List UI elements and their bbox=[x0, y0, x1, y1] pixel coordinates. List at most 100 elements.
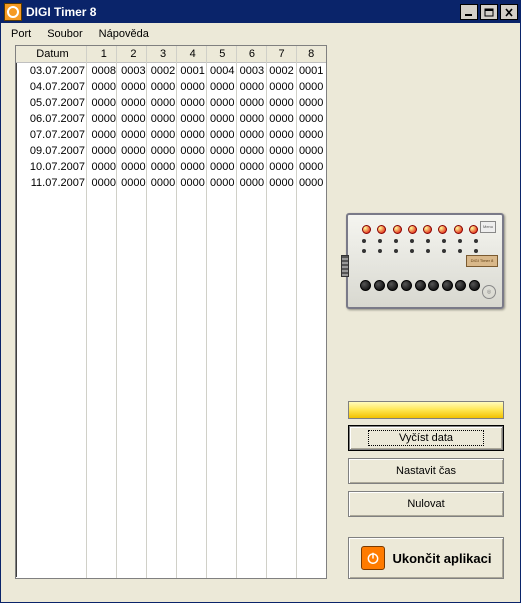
minimize-button[interactable] bbox=[460, 4, 478, 20]
cell-value: 0000 bbox=[207, 143, 237, 159]
cell-value: 0000 bbox=[207, 175, 237, 191]
cell-date: 11.07.2007 bbox=[16, 175, 89, 191]
cell-value: 0000 bbox=[178, 143, 208, 159]
col-header-date[interactable]: Datum bbox=[16, 46, 89, 62]
col-header-3[interactable]: 3 bbox=[148, 46, 178, 62]
col-header-8[interactable]: 8 bbox=[296, 46, 326, 62]
cell-value: 0000 bbox=[178, 175, 208, 191]
cell-value: 0003 bbox=[237, 63, 267, 79]
table-row[interactable]: 11.07.2007000000000000000000000000000000… bbox=[16, 175, 326, 191]
reset-label: Nulovat bbox=[407, 498, 444, 510]
cell-value: 0000 bbox=[119, 127, 149, 143]
cell-value: 0000 bbox=[296, 159, 326, 175]
quit-label: Ukončit aplikaci bbox=[393, 551, 492, 566]
col-header-4[interactable]: 4 bbox=[178, 46, 208, 62]
cell-value: 0000 bbox=[89, 95, 119, 111]
cell-value: 0000 bbox=[237, 111, 267, 127]
quit-button[interactable]: Ukončit aplikaci bbox=[348, 537, 504, 579]
cell-value: 0000 bbox=[267, 127, 297, 143]
cell-value: 0000 bbox=[237, 175, 267, 191]
cell-value: 0000 bbox=[119, 95, 149, 111]
cell-value: 0000 bbox=[207, 127, 237, 143]
titlebar[interactable]: DIGI Timer 8 bbox=[1, 1, 520, 23]
menubar: Port Soubor Nápověda bbox=[1, 23, 520, 45]
menu-port[interactable]: Port bbox=[7, 27, 35, 41]
device-image: Menu DIGI Timer 8 ◎ bbox=[346, 213, 504, 309]
cell-value: 0000 bbox=[237, 127, 267, 143]
progress-bar bbox=[348, 401, 504, 419]
col-header-1[interactable]: 1 bbox=[89, 46, 119, 62]
cell-value: 0000 bbox=[89, 111, 119, 127]
window-title: DIGI Timer 8 bbox=[26, 5, 460, 19]
cell-value: 0000 bbox=[148, 127, 178, 143]
table-row[interactable]: 06.07.2007000000000000000000000000000000… bbox=[16, 111, 326, 127]
cell-date: 09.07.2007 bbox=[16, 143, 89, 159]
table-row[interactable]: 05.07.2007000000000000000000000000000000… bbox=[16, 95, 326, 111]
col-header-5[interactable]: 5 bbox=[207, 46, 237, 62]
cell-value: 0000 bbox=[207, 79, 237, 95]
menu-soubor[interactable]: Soubor bbox=[43, 27, 86, 41]
cell-value: 0000 bbox=[267, 159, 297, 175]
col-header-6[interactable]: 6 bbox=[237, 46, 267, 62]
table-row[interactable]: 10.07.2007000000000000000000000000000000… bbox=[16, 159, 326, 175]
set-time-button[interactable]: Nastavit čas bbox=[348, 458, 504, 484]
col-header-7[interactable]: 7 bbox=[267, 46, 297, 62]
close-button[interactable] bbox=[500, 4, 518, 20]
col-header-2[interactable]: 2 bbox=[119, 46, 149, 62]
cell-value: 0000 bbox=[89, 159, 119, 175]
cell-value: 0000 bbox=[89, 127, 119, 143]
cell-value: 0000 bbox=[119, 111, 149, 127]
table-row[interactable]: 09.07.2007000000000000000000000000000000… bbox=[16, 143, 326, 159]
cell-value: 0000 bbox=[237, 159, 267, 175]
cell-value: 0000 bbox=[119, 79, 149, 95]
cell-value: 0000 bbox=[296, 111, 326, 127]
menu-napoveda[interactable]: Nápověda bbox=[95, 27, 153, 41]
read-data-label: Vyčíst data bbox=[368, 430, 484, 446]
cell-date: 10.07.2007 bbox=[16, 159, 89, 175]
cell-value: 0000 bbox=[207, 95, 237, 111]
cell-value: 0000 bbox=[296, 79, 326, 95]
cell-value: 0000 bbox=[237, 95, 267, 111]
cell-value: 0000 bbox=[237, 79, 267, 95]
cell-date: 06.07.2007 bbox=[16, 111, 89, 127]
cell-value: 0002 bbox=[267, 63, 297, 79]
cell-value: 0000 bbox=[89, 143, 119, 159]
cell-value: 0000 bbox=[267, 143, 297, 159]
power-icon bbox=[361, 546, 385, 570]
data-table[interactable]: Datum1234567803.07.200700080003000200010… bbox=[15, 45, 327, 579]
cell-value: 0000 bbox=[148, 79, 178, 95]
cell-value: 0000 bbox=[267, 95, 297, 111]
table-row[interactable]: 07.07.2007000000000000000000000000000000… bbox=[16, 127, 326, 143]
device-menu-label: Menu bbox=[480, 221, 496, 233]
cell-value: 0000 bbox=[296, 175, 326, 191]
cell-value: 0000 bbox=[296, 143, 326, 159]
cell-date: 04.07.2007 bbox=[16, 79, 89, 95]
cell-value: 0002 bbox=[148, 63, 178, 79]
cell-value: 0008 bbox=[89, 63, 119, 79]
cell-value: 0000 bbox=[207, 111, 237, 127]
device-model-label: DIGI Timer 8 bbox=[466, 255, 498, 267]
app-icon bbox=[4, 3, 22, 21]
cell-value: 0000 bbox=[178, 127, 208, 143]
cell-date: 05.07.2007 bbox=[16, 95, 89, 111]
reset-button[interactable]: Nulovat bbox=[348, 491, 504, 517]
cell-date: 03.07.2007 bbox=[16, 63, 89, 79]
cell-value: 0004 bbox=[207, 63, 237, 79]
device-logo-icon: ◎ bbox=[482, 285, 496, 299]
cell-value: 0000 bbox=[148, 175, 178, 191]
cell-value: 0001 bbox=[178, 63, 208, 79]
table-row[interactable]: 03.07.2007000800030002000100040003000200… bbox=[16, 63, 326, 79]
cell-value: 0000 bbox=[178, 159, 208, 175]
cell-value: 0000 bbox=[148, 111, 178, 127]
cell-value: 0000 bbox=[296, 127, 326, 143]
cell-value: 0000 bbox=[119, 175, 149, 191]
read-data-button[interactable]: Vyčíst data bbox=[348, 425, 504, 451]
cell-value: 0000 bbox=[178, 95, 208, 111]
cell-value: 0000 bbox=[178, 79, 208, 95]
cell-value: 0000 bbox=[267, 111, 297, 127]
maximize-button[interactable] bbox=[480, 4, 498, 20]
cell-value: 0000 bbox=[119, 159, 149, 175]
cell-value: 0000 bbox=[89, 175, 119, 191]
table-row[interactable]: 04.07.2007000000000000000000000000000000… bbox=[16, 79, 326, 95]
set-time-label: Nastavit čas bbox=[396, 465, 456, 477]
